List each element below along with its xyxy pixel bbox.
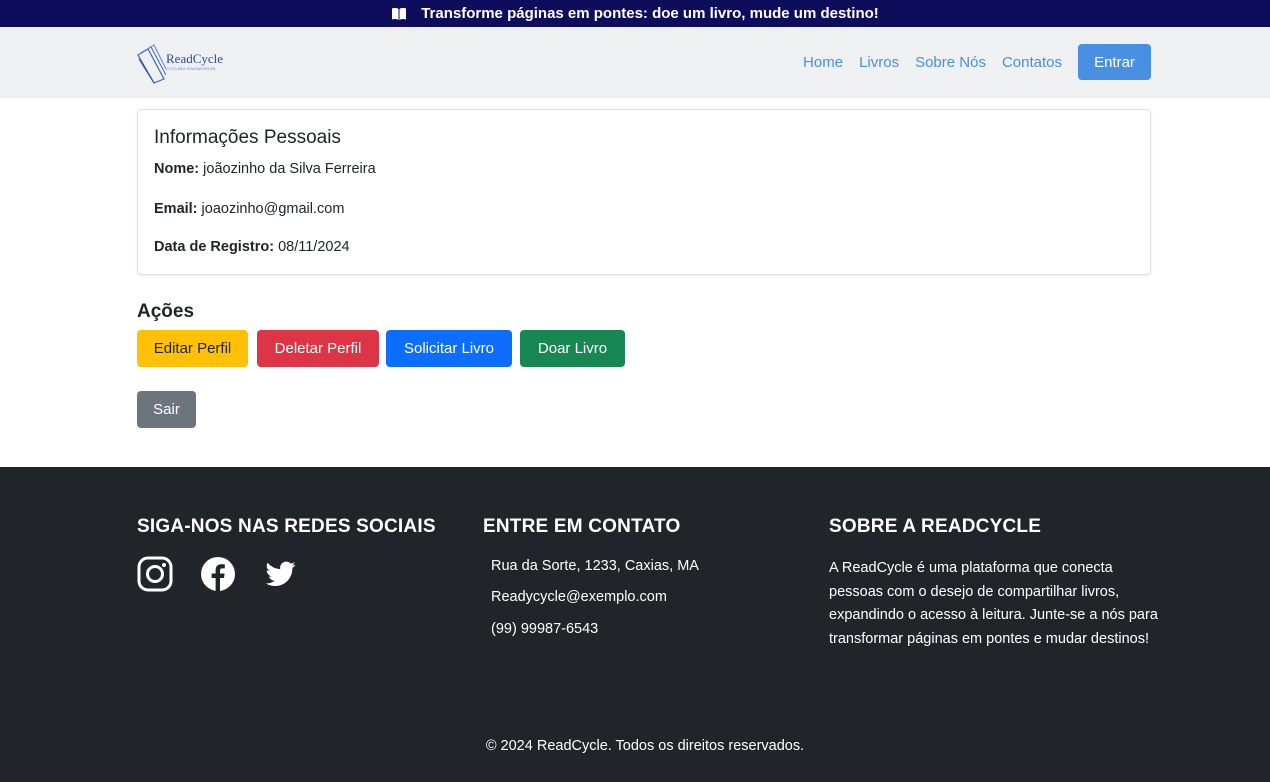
contact-email: Readycycle@exemplo.com [491, 589, 667, 605]
contact-address: Rua da Sorte, 1233, Caxias, MA [491, 558, 699, 574]
footer-about-section: SOBRE A READCYCLE A ReadCycle é uma plat… [829, 516, 1159, 647]
edit-profile-button[interactable]: Editar Perfil [137, 330, 248, 367]
copyright: © 2024 ReadCycle. Todos os direitos rese… [485, 738, 805, 754]
social-icons [137, 556, 326, 592]
donate-book-button[interactable]: Doar Livro [520, 330, 625, 367]
nav-link-sobre-nos[interactable]: Sobre Nós [915, 54, 986, 71]
data-registro-label: Data de Registro: [154, 239, 275, 255]
footer: SIGA-NOS NAS REDES SOCIAIS ENTRE EM CONT… [0, 467, 1270, 782]
info-row-data-registro: Data de Registro: 08/11/2024 [154, 239, 350, 255]
logout-button[interactable]: Sair [137, 391, 196, 428]
nav-link-livros[interactable]: Livros [859, 54, 899, 71]
delete-profile-button[interactable]: Deletar Perfil [257, 330, 379, 367]
footer-contact-section: ENTRE EM CONTATO Rua da Sorte, 1233, Cax… [483, 516, 699, 637]
personal-info-card: Informações Pessoais Nome: joãozinho da … [137, 109, 1151, 275]
footer-social-section: SIGA-NOS NAS REDES SOCIAIS [137, 516, 436, 592]
facebook-icon[interactable] [200, 556, 236, 592]
instagram-icon[interactable] [137, 556, 173, 592]
about-title: SOBRE A READCYCLE [829, 516, 1042, 537]
readcycle-logo[interactable]: ReadCycle CYCLING KNOWLEDGE [136, 41, 232, 85]
card-title: Informações Pessoais [154, 127, 341, 148]
email-value: joaozinho@gmail.com [201, 201, 345, 217]
logo-tagline: CYCLING KNOWLEDGE [166, 66, 216, 71]
top-banner: Transforme páginas em pontes: doe um liv… [0, 0, 1270, 27]
nav-link-contatos[interactable]: Contatos [1002, 54, 1062, 71]
request-book-button[interactable]: Solicitar Livro [386, 330, 512, 367]
nav-links: Home Livros Sobre Nós Contatos Entrar [803, 44, 1151, 80]
contact-phone: (99) 99987-6543 [491, 621, 599, 637]
nav-link-home[interactable]: Home [803, 54, 843, 71]
open-book-icon [391, 7, 407, 21]
info-row-email: Email: joaozinho@gmail.com [154, 201, 344, 217]
actions-title: Ações [137, 301, 195, 322]
logo-name: ReadCycle [166, 51, 224, 66]
banner-text: Transforme páginas em pontes: doe um liv… [421, 5, 879, 22]
twitter-icon[interactable] [263, 556, 299, 592]
book-stack-logo-icon [137, 44, 166, 84]
data-registro-value: 08/11/2024 [278, 239, 350, 255]
contact-title: ENTRE EM CONTATO [483, 516, 681, 537]
navbar: ReadCycle CYCLING KNOWLEDGE Home Livros … [0, 27, 1270, 98]
login-button[interactable]: Entrar [1078, 44, 1151, 80]
social-title: SIGA-NOS NAS REDES SOCIAIS [137, 516, 436, 537]
info-row-nome: Nome: joãozinho da Silva Ferreira [154, 161, 376, 177]
about-text: A ReadCycle é uma plataforma que conecta… [829, 560, 1158, 647]
nome-value: joãozinho da Silva Ferreira [203, 161, 376, 177]
nome-label: Nome: [154, 161, 200, 177]
email-label: Email: [154, 201, 198, 217]
